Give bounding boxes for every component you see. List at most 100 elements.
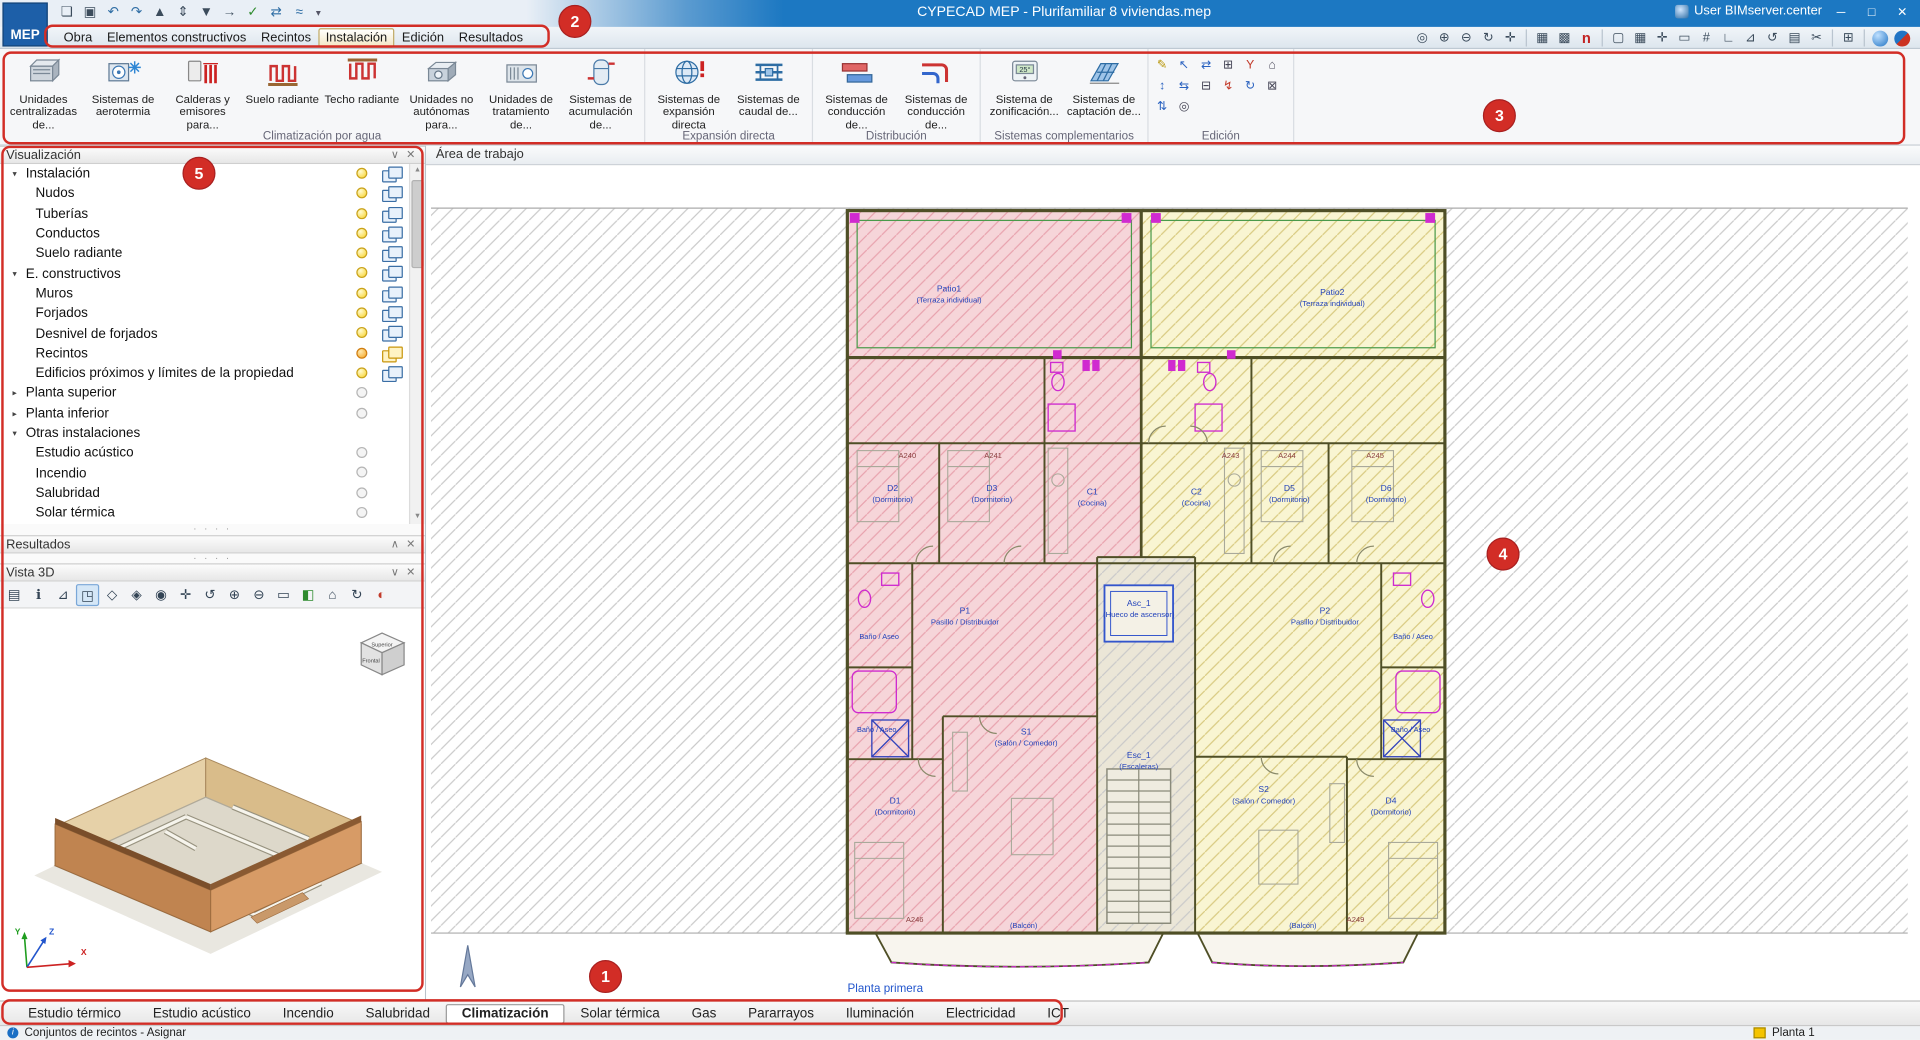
exchange-icon[interactable]: ⇆	[1174, 77, 1194, 95]
crosshair-icon[interactable]: ✛	[1652, 28, 1673, 48]
menu-obra[interactable]: Obra	[56, 28, 99, 48]
app-logo[interactable]: MEP	[2, 2, 48, 47]
sync-globe-icon[interactable]	[1894, 30, 1911, 46]
ortho-icon[interactable]: ∟	[1718, 28, 1739, 48]
bulb-icon[interactable]	[356, 347, 368, 359]
tree-item-estudio-acustico[interactable]: Estudio acústico	[0, 443, 409, 463]
panel-resize-handle[interactable]: · · · ·	[0, 523, 425, 536]
snap-icon[interactable]: #	[1696, 28, 1717, 48]
tree-item-nudos[interactable]: Nudos	[0, 184, 409, 204]
bulb-icon[interactable]	[356, 407, 368, 419]
folders-icon[interactable]	[382, 166, 403, 183]
tab-gas[interactable]: Gas	[676, 1003, 733, 1023]
scrollbar-thumb[interactable]	[411, 180, 424, 269]
folders-icon[interactable]	[382, 186, 403, 203]
reorder-icon[interactable]: ⇅	[1152, 98, 1172, 116]
bulb-icon[interactable]	[356, 327, 368, 339]
menu-recintos[interactable]: Recintos	[254, 28, 319, 48]
maximize-button[interactable]: □	[1856, 1, 1887, 24]
render-mode-icon[interactable]: ▤	[2, 583, 25, 605]
folders-icon[interactable]	[382, 246, 403, 263]
tree-item-recintos[interactable]: Recintos	[0, 344, 409, 364]
scroll-up-icon[interactable]: ▲	[410, 164, 425, 177]
cut-icon[interactable]: ✂	[1806, 28, 1827, 48]
chevron-right-icon[interactable]: ▸	[9, 409, 21, 419]
rotate-icon[interactable]: ↺	[1762, 28, 1783, 48]
report-icon[interactable]: ▤	[1784, 28, 1805, 48]
refresh-3d-icon[interactable]: ↻	[345, 583, 368, 605]
rect-select-icon[interactable]: ▭	[1674, 28, 1695, 48]
layers-icon[interactable]: ▦	[1532, 28, 1553, 48]
dwg-icon[interactable]: n	[1576, 28, 1597, 48]
tree-item-conductos[interactable]: Conductos	[0, 224, 409, 244]
close-icon[interactable]: ✕	[403, 147, 419, 163]
bulb-icon[interactable]	[356, 247, 368, 259]
view-cube[interactable]: Superior Frontal	[359, 632, 406, 676]
close-button[interactable]: ✕	[1887, 1, 1918, 24]
menu-elementos-constructivos[interactable]: Elementos constructivos	[100, 28, 254, 48]
folders-icon[interactable]	[382, 346, 403, 363]
tree-item-planta-superior[interactable]: ▸ Planta superior	[0, 384, 409, 404]
tab-electricidad[interactable]: Electricidad	[930, 1003, 1031, 1023]
bulb-icon[interactable]	[356, 467, 368, 479]
bulb-icon[interactable]	[356, 227, 368, 239]
windows-icon[interactable]: ⊞	[1838, 28, 1859, 48]
tab-ict[interactable]: ICT	[1031, 1003, 1085, 1023]
folders-icon[interactable]	[382, 206, 403, 223]
tree-item-suelo-radiante[interactable]: Suelo radiante	[0, 244, 409, 264]
btn-conduccion-aire[interactable]: Sistemas de conducción de...	[817, 51, 897, 131]
zoom-out-3d-icon[interactable]: ⊖	[247, 583, 270, 605]
close-icon[interactable]: ✕	[403, 564, 419, 580]
delete-icon[interactable]: ⊠	[1262, 77, 1282, 95]
folders-icon[interactable]	[382, 326, 403, 343]
zoom-window-icon[interactable]: ▭	[272, 583, 295, 605]
folders-icon[interactable]	[382, 306, 403, 323]
web-globe-icon[interactable]	[1872, 30, 1889, 46]
bulb-icon[interactable]	[356, 487, 368, 499]
orbit-icon[interactable]: ◉	[149, 583, 172, 605]
tree-item-incendio[interactable]: Incendio	[0, 463, 409, 483]
btn-caudal-refrigerante[interactable]: Sistemas de caudal de...	[729, 51, 809, 118]
bulb-icon[interactable]	[356, 287, 368, 299]
tab-pararrayos[interactable]: Pararrayos	[732, 1003, 830, 1023]
branch-icon[interactable]: Y	[1240, 56, 1260, 74]
save-icon[interactable]: ▣	[80, 2, 101, 23]
bulb-icon[interactable]	[356, 367, 368, 379]
chevron-down-icon[interactable]: ∨	[387, 147, 403, 163]
close-icon[interactable]: ✕	[403, 536, 419, 552]
btn-acumulacion[interactable]: Sistemas de acumulación de...	[561, 51, 641, 131]
chevron-down-icon[interactable]: ▾	[9, 269, 21, 279]
edit-icon[interactable]: ✎	[1152, 56, 1172, 74]
undo-icon[interactable]: ↶	[103, 2, 124, 23]
move-icon[interactable]: ↖	[1174, 56, 1194, 74]
resultados-panel-header[interactable]: Resultados ∧ ✕	[0, 535, 425, 554]
chevron-down-icon[interactable]: ∨	[387, 564, 403, 580]
tree-scrollbar[interactable]: ▲ ▼	[408, 164, 425, 525]
minimize-button[interactable]: ─	[1826, 1, 1857, 24]
tab-climatizacion[interactable]: Climatización	[445, 1003, 565, 1024]
measure-icon[interactable]: ⊿	[51, 583, 74, 605]
btn-conduccion-agua[interactable]: Sistemas de conducción de...	[896, 51, 976, 131]
floor-plan[interactable]: Patio1 (Terraza individual) Patio2 (Terr…	[426, 165, 1920, 1000]
tab-estudio-termico[interactable]: Estudio térmico	[12, 1003, 137, 1023]
btn-expansion-directa[interactable]: Sistemas de expansión directa	[649, 51, 729, 131]
btn-calderas[interactable]: Calderas y emisores para...	[163, 51, 243, 131]
tab-iluminacion[interactable]: Iluminación	[830, 1003, 930, 1023]
bulb-icon[interactable]	[356, 187, 368, 199]
tree-item-otras-instalaciones[interactable]: ▾ Otras instalaciones	[0, 424, 409, 444]
remove-icon[interactable]: ⊟	[1196, 77, 1216, 95]
tree-item-salubridad[interactable]: Salubridad	[0, 483, 409, 503]
layers-3d-icon[interactable]: ◧	[296, 583, 319, 605]
vista3d-viewport[interactable]: Superior Frontal Y Z X	[0, 608, 425, 1001]
rotate-left-icon[interactable]: ↺	[198, 583, 221, 605]
bimserver-user[interactable]: User BIMserver.center	[1674, 4, 1822, 18]
bulb-icon[interactable]	[356, 447, 368, 459]
pan-icon[interactable]: ✛	[1500, 28, 1521, 48]
zoom-in-3d-icon[interactable]: ⊕	[223, 583, 246, 605]
btn-techo-radiante[interactable]: Techo radiante	[322, 51, 402, 105]
tree-item-desnivel-forjados[interactable]: Desnivel de forjados	[0, 324, 409, 344]
menu-edicion[interactable]: Edición	[395, 28, 452, 48]
redo-icon[interactable]: ↷	[126, 2, 147, 23]
bulb-icon[interactable]	[356, 506, 368, 519]
section-plane-icon[interactable]: ◳	[75, 583, 100, 606]
